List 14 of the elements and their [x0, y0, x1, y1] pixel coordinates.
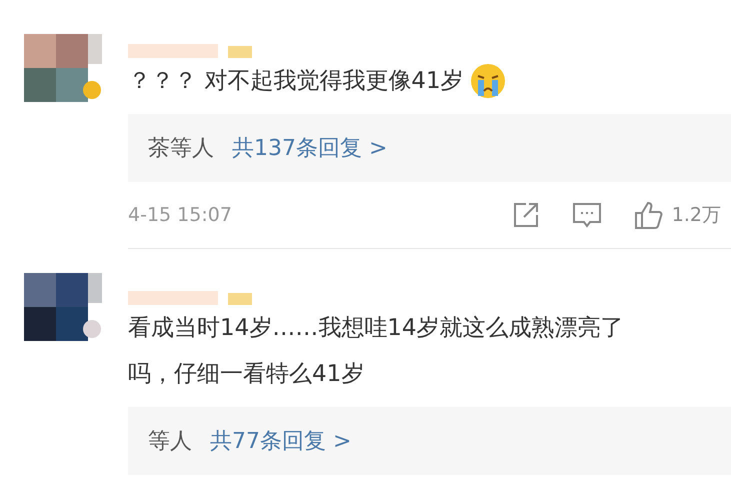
replies-link[interactable]: 共77条回复 > [210, 426, 352, 456]
comment-text: 看成当时14岁……我想哇14岁就这么成熟漂亮了吗，仔细一看特么41岁 [128, 314, 625, 389]
crying-face-icon [470, 63, 506, 99]
share-button[interactable] [512, 201, 540, 229]
reply-users: 茶等人 [148, 135, 214, 163]
share-icon [512, 201, 540, 229]
thumbs-up-icon [634, 200, 664, 230]
comment-text: ？？？ 对不起我觉得我更像41岁 [128, 67, 464, 96]
reply-users: 等人 [148, 428, 192, 456]
comment-icon [572, 201, 602, 229]
comment-button[interactable] [572, 201, 602, 229]
comment-time: 4-15 15:07 [128, 204, 233, 226]
replies-link[interactable]: 共137条回复 > [232, 133, 388, 163]
like-button[interactable]: 1.2万 [634, 200, 721, 230]
